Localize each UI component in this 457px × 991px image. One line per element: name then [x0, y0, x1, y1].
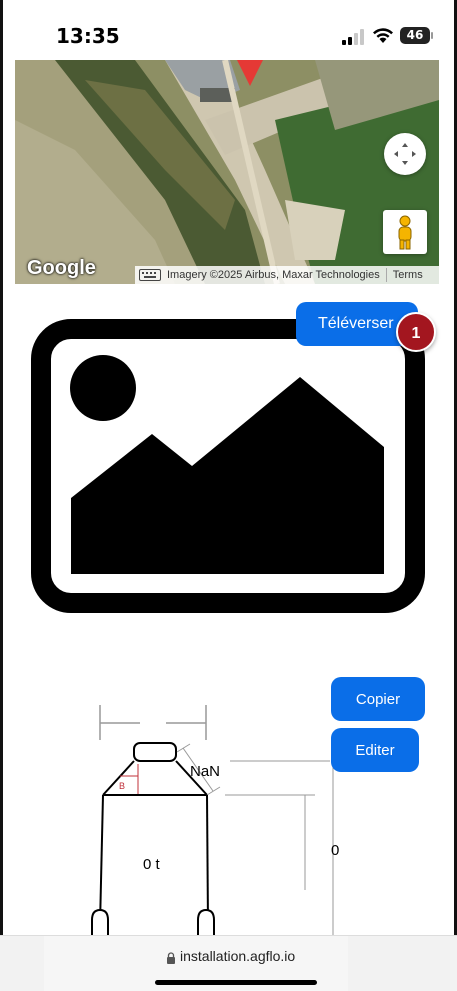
frame-edge-left: [0, 0, 3, 991]
street-view-pegman-button[interactable]: [383, 210, 427, 254]
keyboard-shortcuts-icon[interactable]: [139, 269, 161, 281]
google-logo: Google: [27, 257, 96, 279]
map-terms-link[interactable]: Terms: [393, 266, 423, 284]
map-recenter-button[interactable]: [384, 133, 426, 175]
wifi-icon: [373, 28, 393, 43]
weight-label: 0 t: [143, 856, 160, 873]
url-text[interactable]: installation.agflo.io: [180, 948, 295, 964]
satellite-map[interactable]: Google Imagery ©2025 Airbus, Maxar Techn…: [15, 60, 439, 284]
app-screen: 13:35 46 Google Imagery ©2025 Airbus, Ma…: [0, 0, 457, 991]
dimension-label-nan: NaN: [190, 763, 221, 780]
copy-button[interactable]: Copier: [331, 677, 425, 721]
status-bar: 13:35 46: [0, 0, 457, 60]
angle-label: B: [119, 781, 126, 791]
battery-nub: [431, 32, 433, 39]
home-indicator[interactable]: [155, 980, 317, 985]
step-badge: 1: [396, 312, 436, 352]
pegman-icon: [398, 215, 412, 250]
map-recenter-icon: [394, 143, 416, 165]
edit-button[interactable]: Editer: [331, 728, 419, 772]
status-time: 13:35: [56, 24, 120, 48]
lock-icon: [167, 952, 175, 964]
height-label: 0: [331, 842, 340, 859]
map-attribution-bar: Imagery ©2025 Airbus, Maxar Technologies…: [135, 266, 439, 284]
battery-icon: 46: [400, 27, 430, 44]
image-placeholder-icon[interactable]: [30, 318, 426, 614]
installation-diagram: [91, 705, 334, 940]
map-attribution: Imagery ©2025 Airbus, Maxar Technologies: [167, 269, 380, 281]
satellite-imagery: [15, 60, 439, 284]
cellular-signal-icon: [342, 29, 364, 45]
attribution-divider: [385, 268, 387, 282]
